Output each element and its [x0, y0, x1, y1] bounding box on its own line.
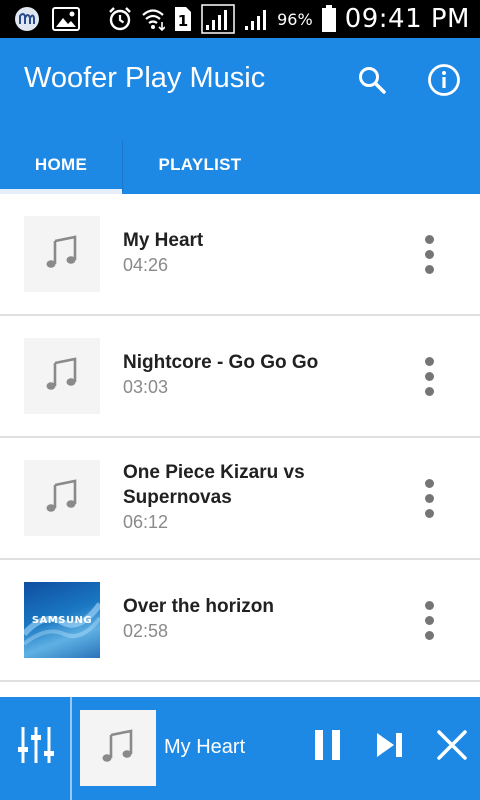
signal-icon-sim1 — [201, 4, 235, 34]
song-row[interactable]: My Heart 04:26 — [0, 194, 480, 316]
song-artwork — [24, 216, 100, 292]
now-playing-bar[interactable]: My Heart — [0, 697, 480, 800]
song-row[interactable]: Nightcore - Go Go Go 03:03 — [0, 316, 480, 438]
more-options-button[interactable] — [414, 224, 444, 284]
song-list: My Heart 04:26 Nightcore - Go Go Go 03:0… — [0, 194, 480, 682]
music-note-icon — [43, 477, 81, 520]
more-vert-icon — [424, 356, 434, 366]
now-playing-title: My Heart — [164, 736, 246, 758]
song-artwork — [24, 338, 100, 414]
info-icon — [427, 63, 461, 102]
more-options-button[interactable] — [414, 468, 444, 528]
signal-icon-sim2 — [243, 6, 269, 32]
app-bar: Woofer Play Music HOME PLAYLIST — [0, 38, 480, 194]
song-artwork — [24, 460, 100, 536]
more-options-button[interactable] — [414, 590, 444, 650]
music-note-icon — [43, 233, 81, 276]
close-icon — [435, 728, 469, 767]
more-vert-icon — [424, 600, 434, 610]
song-duration: 06:12 — [123, 512, 169, 532]
tab-divider — [122, 140, 123, 192]
wifi-icon — [141, 6, 166, 32]
song-title: One Piece Kizaru vs Supernovas — [123, 462, 305, 508]
tab-playlist[interactable]: PLAYLIST — [122, 136, 278, 194]
info-button[interactable] — [424, 62, 464, 102]
battery-percent: 96% — [277, 9, 313, 29]
more-options-button[interactable] — [414, 346, 444, 406]
song-title: Nightcore - Go Go Go — [123, 352, 319, 373]
pause-icon — [312, 728, 344, 767]
song-duration: 03:03 — [123, 377, 169, 397]
song-title: Over the horizon — [123, 596, 274, 617]
app-title: Woofer Play Music — [24, 62, 266, 94]
gallery-notification-icon — [52, 7, 80, 31]
search-icon — [357, 65, 387, 100]
clock: 09:41 PM — [344, 4, 470, 34]
song-duration: 02:58 — [123, 621, 169, 641]
close-button[interactable] — [430, 725, 474, 769]
album-art-label: SAMSUNG — [31, 614, 93, 626]
search-button[interactable] — [352, 62, 392, 102]
more-vert-icon — [424, 478, 434, 488]
skip-next-icon — [374, 730, 406, 765]
pause-button[interactable] — [306, 725, 350, 769]
tab-home-label: HOME — [34, 155, 88, 174]
equalizer-button[interactable] — [14, 725, 58, 769]
player-divider — [70, 697, 72, 800]
song-duration: 04:26 — [123, 255, 169, 275]
svg-text:1: 1 — [178, 12, 188, 30]
app-notification-icon — [14, 6, 40, 32]
tab-bar: HOME PLAYLIST — [0, 136, 480, 194]
samsung-album-art: SAMSUNG — [24, 582, 100, 658]
song-row[interactable]: SAMSUNG Over the horizon 02:58 — [0, 560, 480, 682]
alarm-icon — [107, 6, 133, 32]
status-bar: 1 96% 09:41 PM — [0, 0, 480, 38]
sim-indicator: 1 — [173, 6, 193, 32]
song-title: My Heart — [123, 230, 204, 251]
now-playing-artwork — [80, 710, 156, 786]
music-note-icon — [43, 355, 81, 398]
equalizer-icon — [17, 725, 55, 770]
tab-playlist-label: PLAYLIST — [158, 155, 242, 174]
more-vert-icon — [424, 234, 434, 244]
song-row[interactable]: One Piece Kizaru vs Supernovas 06:12 — [0, 438, 480, 560]
battery-icon — [321, 5, 337, 33]
music-note-icon — [99, 727, 137, 770]
tab-home[interactable]: HOME — [0, 136, 122, 194]
skip-next-button[interactable] — [368, 725, 412, 769]
